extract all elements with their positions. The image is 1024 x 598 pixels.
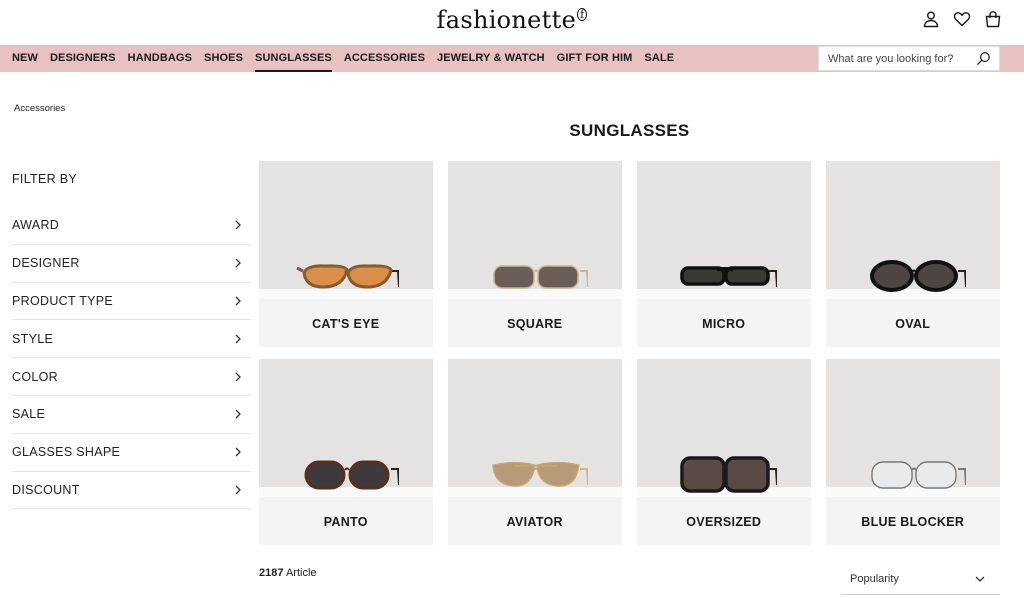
filter-glasses-shape[interactable]: GLASSES SHAPE [12,434,251,472]
result-count-unit: Article [285,567,317,579]
filter-label: DISCOUNT [12,482,80,497]
chevron-right-icon [235,296,241,306]
brand-logo[interactable]: fashionette f [0,6,1024,34]
category-card-oval[interactable]: OVAL [826,161,1000,347]
nav-item-sale[interactable]: SALE [644,45,674,72]
page-title: SUNGLASSES [569,121,690,140]
filter-label: GLASSES SHAPE [12,445,121,460]
filter-label: PRODUCT TYPE [12,293,114,308]
category-card-blue-blocker[interactable]: BLUE BLOCKER [826,359,1000,545]
chevron-right-icon [235,485,241,495]
breadcrumb-item-accessories[interactable]: Accessories [14,103,65,114]
nav-item-gift-for-him[interactable]: GIFT FOR HIM [557,45,633,72]
category-label: PANTO [323,515,368,529]
filter-list: AWARD DESIGNER PRODUCT TYPE STYLE COLOR SALE G… [12,207,251,510]
brand-name: fashionette [436,6,577,34]
sort-selected: Popularity [850,573,899,585]
sunglasses-oversized-icon [680,456,777,493]
category-label: SQUARE [507,317,563,331]
category-card-micro[interactable]: MICRO [637,161,811,347]
chevron-right-icon [235,372,241,382]
nav-item-shoes[interactable]: SHOES [204,45,243,72]
category-card-aviator[interactable]: AVIATOR [448,359,622,545]
sunglasses-square-icon [493,265,588,289]
nav-item-designers[interactable]: DESIGNERS [50,45,116,72]
chevron-right-icon [235,258,241,268]
chevron-right-icon [235,409,241,419]
filter-label: SALE [12,407,46,422]
user-icon[interactable] [922,10,940,28]
nav-list: NEW DESIGNERS HANDBAGS SHOES SUNGLASSES ACCES… [12,45,674,72]
filter-style[interactable]: STYLE [12,320,251,359]
search-icon[interactable] [976,51,991,66]
filter-product-type[interactable]: PRODUCT TYPE [12,283,251,321]
search-box[interactable] [818,46,1000,71]
header-icons [922,10,1002,28]
filter-title: FILTER BY [12,172,77,186]
sunglasses-cateye-icon [296,264,399,289]
nav-item-sunglasses[interactable]: SUNGLASSES [255,45,332,72]
breadcrumb: Accessories [14,103,65,114]
nav-item-handbags[interactable]: HANDBAGS [128,45,192,72]
nav-item-new[interactable]: NEW [12,45,38,72]
sunglasses-panto-icon [304,460,399,490]
sort-dropdown[interactable]: Popularity [841,563,1000,595]
result-count: 2187 Article [259,567,317,579]
category-card-panto[interactable]: PANTO [259,359,433,545]
filter-label: DESIGNER [12,256,80,271]
category-label: OVAL [895,317,931,331]
chevron-right-icon [235,220,241,230]
category-label: OVERSIZED [686,515,762,529]
filter-color[interactable]: COLOR [12,358,251,396]
nav-item-jewelry-and-watch[interactable]: JEWELRY & WATCH [437,45,545,72]
filter-label: AWARD [12,218,60,233]
category-card-cat-s-eye[interactable]: CAT'S EYE [259,161,433,347]
sunglasses-oval-icon [870,260,966,292]
category-label: AVIATOR [506,515,563,529]
heart-icon[interactable] [953,10,971,28]
search-input[interactable] [819,47,969,70]
category-grid: CAT'S EYE SQUARE MICRO OVAL PANTO AVIATOR OVER… [259,161,1000,545]
filter-sale[interactable]: SALE [12,396,251,434]
sunglasses-blueblocker-icon [871,461,966,489]
brand-registered-mark: f [577,8,588,21]
category-card-square[interactable]: SQUARE [448,161,622,347]
category-card-oversized[interactable]: OVERSIZED [637,359,811,545]
chevron-right-icon [235,447,241,457]
filter-discount[interactable]: DISCOUNT [12,472,251,510]
chevron-down-icon [975,576,985,582]
filter-label: STYLE [12,331,54,346]
sunglasses-micro-icon [680,266,777,288]
filter-award[interactable]: AWARD [12,207,251,245]
nav-item-accessories[interactable]: ACCESSORIES [344,45,425,72]
category-label: MICRO [702,317,746,331]
sunglasses-aviator-icon [492,461,588,487]
result-count-number: 2187 [259,567,284,579]
site-header: fashionette f [0,0,1024,45]
chevron-right-icon [235,334,241,344]
category-label: CAT'S EYE [312,317,380,331]
main-navigation: NEW DESIGNERS HANDBAGS SHOES SUNGLASSES ACCES… [0,45,1024,72]
filter-label: COLOR [12,369,58,384]
shopping-bag-icon[interactable] [984,10,1002,28]
filter-designer[interactable]: DESIGNER [12,245,251,283]
category-label: BLUE BLOCKER [861,515,965,529]
